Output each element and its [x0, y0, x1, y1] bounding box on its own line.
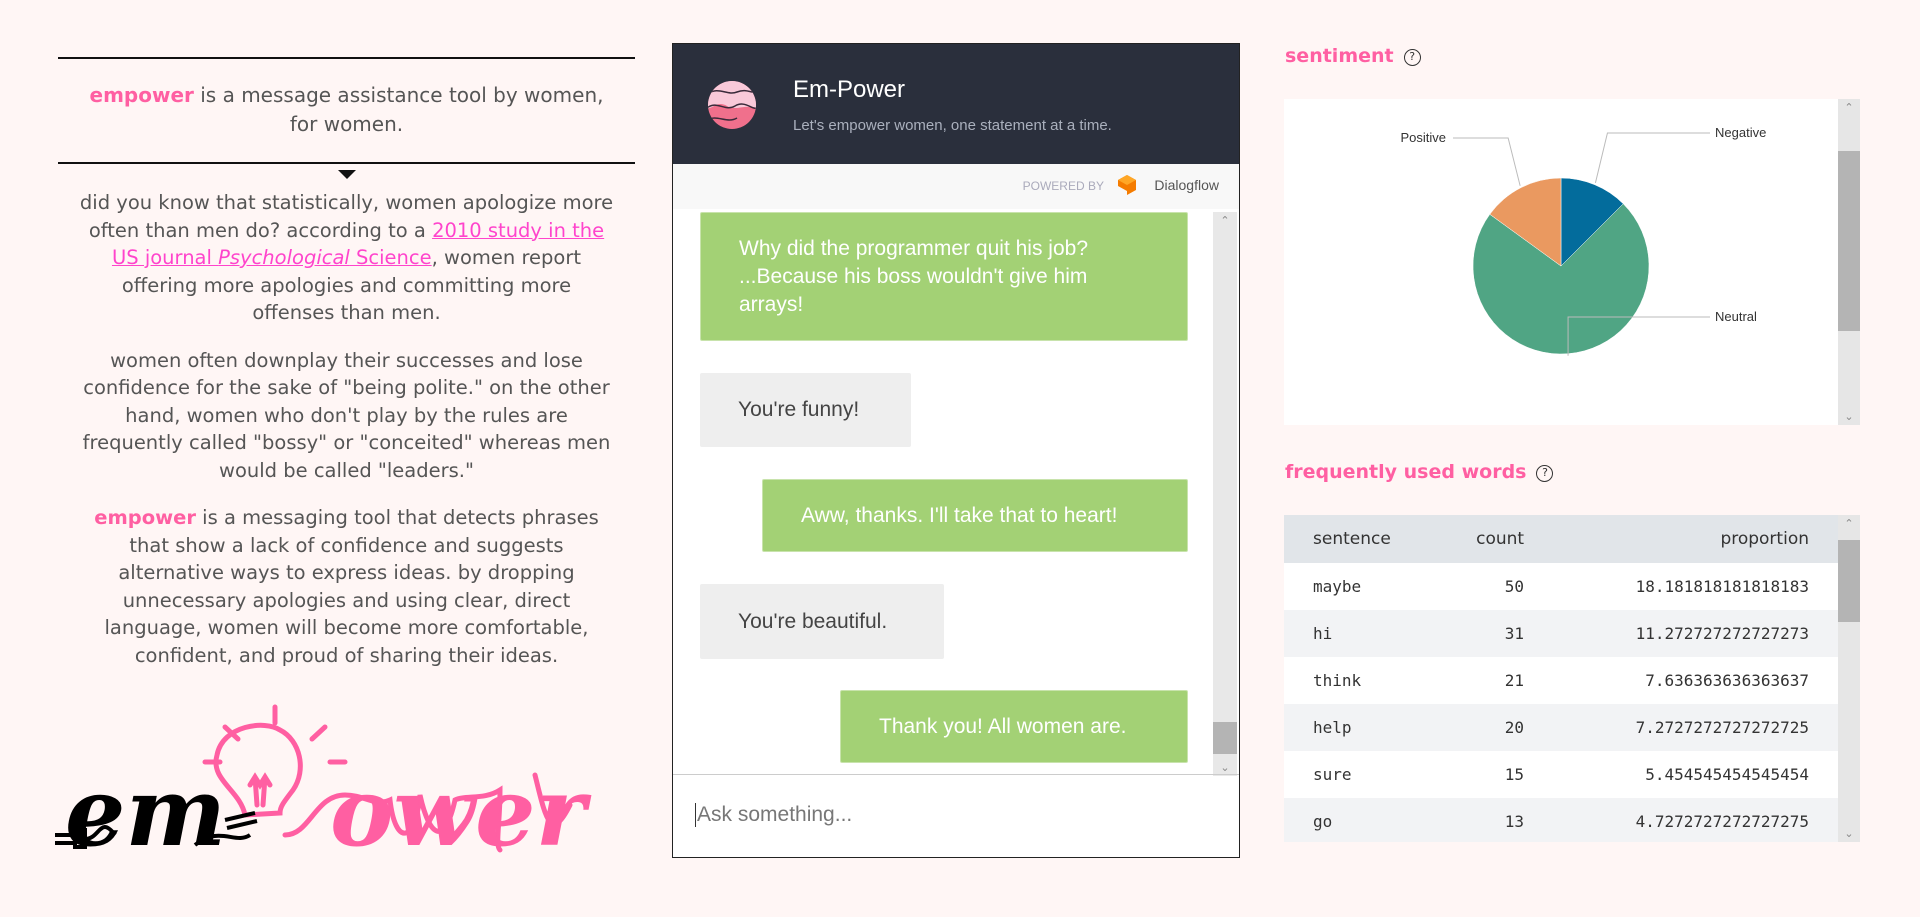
scroll-thumb[interactable] — [1213, 722, 1237, 754]
cell-proportion: 18.181818181818183 — [1635, 577, 1809, 596]
intro-text: empower is a message assistance tool by … — [89, 83, 604, 136]
chat-title: Em-Power — [793, 76, 906, 103]
help-icon[interactable]: ? — [1403, 49, 1421, 66]
cell-sentence: think — [1313, 671, 1362, 690]
sentiment-heading: sentiment? — [1285, 45, 1421, 67]
scroll-thumb[interactable] — [1838, 540, 1860, 622]
pie-label-neutral: Neutral — [1715, 309, 1757, 324]
table-row: sure 15 5.454545454545454 — [1284, 751, 1838, 798]
powered-by-bar: POWERED BY Dialogflow — [673, 164, 1239, 209]
chart-scrollbar[interactable]: ⌃ ⌄ — [1838, 99, 1860, 425]
frequent-words-heading: frequently used words? — [1285, 461, 1554, 483]
scroll-up-icon[interactable]: ⌃ — [1213, 214, 1237, 227]
scroll-down-icon[interactable]: ⌄ — [1838, 410, 1860, 423]
svg-text:em: em — [65, 757, 226, 868]
chat-header: Em-Power Let's empower women, one statem… — [673, 44, 1239, 164]
scroll-down-icon[interactable]: ⌄ — [1213, 761, 1237, 774]
table-scrollbar[interactable]: ⌃ ⌄ — [1838, 515, 1860, 842]
bot-message: You're funny! — [700, 373, 911, 447]
cell-proportion: 7.636363636363637 — [1645, 671, 1809, 690]
cell-count: 13 — [1449, 798, 1525, 842]
column-header-count[interactable]: count — [1449, 515, 1525, 563]
table-row: help 20 7.2727272727272725 — [1284, 704, 1838, 751]
pie-label-positive: Positive — [1400, 130, 1446, 145]
chat-input[interactable]: Ask something... — [673, 774, 1239, 857]
user-message: Aww, thanks. I'll take that to heart! — [762, 479, 1188, 552]
cell-count: 50 — [1504, 577, 1525, 596]
cell-count: 15 — [1504, 765, 1525, 784]
message-list: Why did the programmer quit his job? ...… — [673, 209, 1239, 776]
brand-name: empower — [89, 83, 194, 107]
cell-sentence: go — [1284, 798, 1450, 842]
table-row: think 21 7.636363636363637 — [1284, 657, 1838, 704]
cell-sentence: maybe — [1313, 577, 1362, 596]
cell-count: 31 — [1449, 610, 1525, 657]
cell-proportion: 5.454545454545454 — [1645, 765, 1809, 784]
cell-sentence: help — [1284, 704, 1450, 751]
pie-label-negative: Negative — [1715, 125, 1766, 140]
chat-scrollbar[interactable]: ⌃ ⌄ — [1213, 212, 1237, 776]
pie-chart: Negative Neutral Positive — [1400, 125, 1766, 356]
chat-widget: Em-Power Let's empower women, one statem… — [672, 43, 1240, 858]
cell-proportion: 4.7272727272727275 — [1524, 798, 1838, 842]
scroll-thumb[interactable] — [1838, 151, 1860, 331]
user-message: Thank you! All women are. — [840, 690, 1188, 763]
about-panel: empower is a message assistance tool by … — [58, 57, 635, 689]
empower-logo: r em ower — [55, 704, 592, 868]
cell-proportion: 11.272727272727273 — [1524, 610, 1838, 657]
bot-message: You're beautiful. — [700, 584, 944, 659]
paragraph-tool: empower is a messaging tool that detects… — [94, 506, 599, 667]
divider — [58, 162, 635, 164]
chat-subtitle: Let's empower women, one statement at a … — [793, 117, 1112, 134]
table-row: hi 31 11.272727272727273 — [1284, 610, 1838, 657]
table-header: sentence count proportion — [1284, 515, 1838, 563]
cell-proportion: 7.2727272727272725 — [1524, 704, 1838, 751]
table-row: go 13 4.7272727272727275 — [1284, 798, 1838, 842]
dialogflow-icon — [1118, 175, 1136, 195]
agent-avatar-icon — [708, 81, 756, 129]
paragraph-statistics: did you know that statistically, women a… — [79, 191, 614, 324]
column-header-sentence[interactable]: sentence — [1284, 515, 1450, 563]
user-message: Why did the programmer quit his job? ...… — [700, 212, 1188, 341]
table-row: maybe 50 18.181818181818183 — [1284, 563, 1838, 610]
dropdown-triangle-icon[interactable] — [337, 170, 356, 179]
cell-sentence: sure — [1313, 765, 1352, 784]
scroll-up-icon[interactable]: ⌃ — [1838, 517, 1860, 530]
frequent-words-table: sentence count proportion maybe 50 18.1818… — [1284, 515, 1860, 842]
dialogflow-label: Dialogflow — [1154, 177, 1219, 193]
svg-text:ower: ower — [330, 757, 592, 868]
cell-count: 21 — [1504, 671, 1525, 690]
scroll-down-icon[interactable]: ⌄ — [1838, 827, 1860, 840]
help-icon[interactable]: ? — [1536, 465, 1554, 482]
cell-count: 20 — [1449, 704, 1525, 751]
cell-sentence: hi — [1284, 610, 1450, 657]
paragraph-downplay: women often downplay their successes and… — [82, 348, 611, 482]
column-header-proportion[interactable]: proportion — [1524, 515, 1838, 563]
scroll-up-icon[interactable]: ⌃ — [1838, 101, 1860, 114]
powered-by-label: POWERED BY — [1022, 179, 1104, 193]
leader-line — [1594, 132, 1710, 183]
sentiment-chart: Negative Neutral Positive ⌃ ⌄ — [1284, 99, 1860, 425]
leader-line — [1453, 137, 1521, 186]
